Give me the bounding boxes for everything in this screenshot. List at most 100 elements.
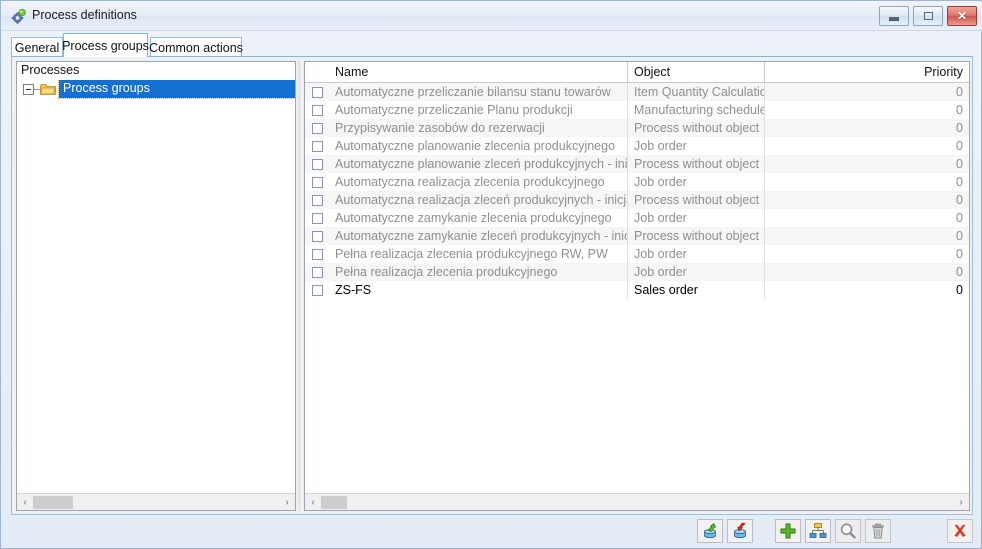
maximize-button[interactable] xyxy=(913,6,943,26)
tab-process-groups[interactable]: Process groups xyxy=(62,33,149,57)
cell-name: Automatyczne planowanie zlecenia produkc… xyxy=(329,137,628,155)
grid-header-name[interactable]: Name xyxy=(329,62,628,82)
process-definitions-window: Process definitions ✕ General Process gr… xyxy=(0,0,982,549)
checkbox-icon[interactable] xyxy=(311,86,323,98)
table-row[interactable]: Automatyczne przeliczanie bilansu stanu … xyxy=(305,83,969,101)
grid-horizontal-scrollbar[interactable]: ‹ › xyxy=(305,493,969,510)
cell-name: Automatyczna realizacja zlecenia produkc… xyxy=(329,173,628,191)
scroll-left-arrow-icon[interactable]: ‹ xyxy=(305,495,321,510)
table-row[interactable]: Pełna realizacja zlecenia produkcyjnego J… xyxy=(305,263,969,281)
add-button[interactable] xyxy=(775,519,801,543)
search-button[interactable] xyxy=(835,519,861,543)
checkbox-icon[interactable] xyxy=(311,230,323,242)
delete-icon xyxy=(869,522,887,540)
gear-icon xyxy=(10,8,27,25)
grid-header-priority[interactable]: Priority xyxy=(765,62,969,82)
minimize-icon xyxy=(889,16,899,21)
table-row[interactable]: Automatyczne zamykanie zlecenia produkcy… xyxy=(305,209,969,227)
row-checkbox-cell[interactable] xyxy=(305,209,329,227)
row-checkbox-cell[interactable] xyxy=(305,245,329,263)
grid-scroll-thumb[interactable] xyxy=(321,495,347,509)
tree-scroll-track[interactable] xyxy=(33,495,279,510)
checkbox-icon[interactable] xyxy=(311,248,323,260)
cell-object: Job order xyxy=(628,209,765,227)
screenshot-root: Process definitions ✕ General Process gr… xyxy=(0,0,982,549)
row-checkbox-cell[interactable] xyxy=(305,191,329,209)
window-titlebar: Process definitions ✕ xyxy=(2,2,982,31)
row-checkbox-cell[interactable] xyxy=(305,227,329,245)
close-toolbar-button[interactable] xyxy=(947,519,973,543)
table-row[interactable]: Automatyczna realizacja zlecenia produkc… xyxy=(305,173,969,191)
cell-name: Automatyczne planowanie zleceń produkcyj… xyxy=(329,155,628,173)
cell-object: Sales order xyxy=(628,281,765,299)
checkbox-icon[interactable] xyxy=(311,104,323,116)
scroll-left-arrow-icon[interactable]: ‹ xyxy=(17,495,33,510)
search-icon xyxy=(839,522,857,540)
grid-header-object[interactable]: Object xyxy=(628,62,765,82)
table-row[interactable]: Automatyczna realizacja zleceń produkcyj… xyxy=(305,191,969,209)
scroll-right-arrow-icon[interactable]: › xyxy=(953,495,969,510)
checkbox-icon[interactable] xyxy=(311,122,323,134)
row-checkbox-cell[interactable] xyxy=(305,281,329,299)
checkbox-icon[interactable] xyxy=(311,212,323,224)
export-button[interactable] xyxy=(697,519,723,543)
table-row[interactable]: Automatyczne planowanie zlecenia produkc… xyxy=(305,137,969,155)
import-button[interactable] xyxy=(727,519,753,543)
cell-object: Manufacturing schedule xyxy=(628,101,765,119)
processes-tree[interactable]: Process groups xyxy=(17,80,295,493)
cell-priority: 0 xyxy=(956,229,963,243)
checkbox-icon[interactable] xyxy=(311,284,323,296)
cell-name: Przypisywanie zasobów do rezerwacji xyxy=(329,119,628,137)
cell-priority: 0 xyxy=(956,121,963,135)
cell-name: Automatyczna realizacja zleceń produkcyj… xyxy=(329,191,628,209)
cell-priority: 0 xyxy=(956,247,963,261)
processes-tree-panel: Processes Process groups ‹ › xyxy=(16,61,296,511)
minimize-button[interactable] xyxy=(879,6,909,26)
cell-object: Job order xyxy=(628,245,765,263)
row-checkbox-cell[interactable] xyxy=(305,155,329,173)
expander-collapse-icon[interactable] xyxy=(23,83,34,95)
row-checkbox-cell[interactable] xyxy=(305,137,329,155)
cell-name: ZS-FS xyxy=(329,281,628,299)
cell-object: Job order xyxy=(628,173,765,191)
table-row[interactable]: Pełna realizacja zlecenia produkcyjnego … xyxy=(305,245,969,263)
table-row[interactable]: Automatyczne zamykanie zleceń produkcyjn… xyxy=(305,227,969,245)
checkbox-icon[interactable] xyxy=(311,176,323,188)
tab-general[interactable]: General xyxy=(11,37,63,57)
cell-object: Process without object xyxy=(628,227,765,245)
grid-rows-container[interactable]: Automatyczne przeliczanie bilansu stanu … xyxy=(305,83,969,493)
table-row[interactable]: ZS-FS Sales order 0 xyxy=(305,281,969,299)
window-title: Process definitions xyxy=(32,8,137,22)
grid-scroll-track[interactable] xyxy=(321,495,953,510)
cell-object: Job order xyxy=(628,137,765,155)
row-checkbox-cell[interactable] xyxy=(305,173,329,191)
cell-name: Automatyczne przeliczanie Planu produkcj… xyxy=(329,101,628,119)
table-row[interactable]: Przypisywanie zasobów do rezerwacji Proce… xyxy=(305,119,969,137)
group-button[interactable] xyxy=(805,519,831,543)
tree-horizontal-scrollbar[interactable]: ‹ › xyxy=(17,493,295,510)
delete-button[interactable] xyxy=(865,519,891,543)
table-row[interactable]: Automatyczne przeliczanie Planu produkcj… xyxy=(305,101,969,119)
close-button[interactable]: ✕ xyxy=(947,6,977,26)
row-checkbox-cell[interactable] xyxy=(305,263,329,281)
row-checkbox-cell[interactable] xyxy=(305,83,329,101)
folder-icon xyxy=(40,83,56,96)
import-icon xyxy=(731,522,749,540)
maximize-icon xyxy=(923,12,933,20)
tree-node-process-groups[interactable]: Process groups xyxy=(17,80,295,99)
row-checkbox-cell[interactable] xyxy=(305,101,329,119)
table-row[interactable]: Automatyczne planowanie zleceń produkcyj… xyxy=(305,155,969,173)
tree-scroll-thumb[interactable] xyxy=(33,495,73,509)
cell-object: Process without object xyxy=(628,119,765,137)
row-checkbox-cell[interactable] xyxy=(305,119,329,137)
cell-priority: 0 xyxy=(956,283,963,297)
checkbox-icon[interactable] xyxy=(311,194,323,206)
process-definitions-grid-panel: Name Object Priority Automatyczne przeli… xyxy=(304,61,970,511)
scroll-right-arrow-icon[interactable]: › xyxy=(279,495,295,510)
panel-splitter[interactable] xyxy=(298,61,303,511)
checkbox-icon[interactable] xyxy=(311,140,323,152)
checkbox-icon[interactable] xyxy=(311,158,323,170)
checkbox-icon[interactable] xyxy=(311,266,323,278)
tab-common-actions[interactable]: Common actions xyxy=(149,37,243,57)
cell-object: Item Quantity Calculation xyxy=(628,83,765,101)
